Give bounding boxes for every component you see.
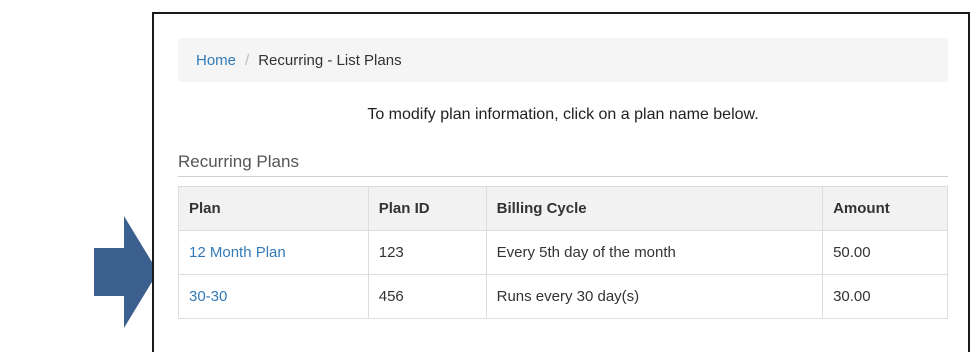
plan-cell: 12 Month Plan <box>178 230 369 275</box>
plan-name-link[interactable]: 12 Month Plan <box>189 244 286 261</box>
billing-cycle-cell: Every 5th day of the month <box>485 230 824 275</box>
right-arrow-icon <box>94 216 158 328</box>
column-header-plan-id: Plan ID <box>367 186 487 231</box>
table-row: 12 Month Plan 123 Every 5th day of the m… <box>178 230 948 275</box>
breadcrumb-separator: / <box>245 51 250 69</box>
breadcrumb-current: Recurring - List Plans <box>258 51 402 69</box>
screenshot-stage: Home / Recurring - List Plans To modify … <box>0 0 978 352</box>
breadcrumb: Home / Recurring - List Plans <box>178 38 948 82</box>
column-header-plan: Plan <box>178 186 369 231</box>
section-title: Recurring Plans <box>178 152 948 177</box>
plan-cell: 30-30 <box>178 274 369 319</box>
column-header-amount: Amount <box>822 186 948 231</box>
amount-cell: 50.00 <box>822 230 948 275</box>
plans-table: Plan Plan ID Billing Cycle Amount 12 Mon… <box>178 186 948 319</box>
breadcrumb-home-link[interactable]: Home <box>196 52 236 69</box>
billing-cycle-cell: Runs every 30 day(s) <box>485 274 824 319</box>
plan-name-link[interactable]: 30-30 <box>189 288 227 305</box>
instruction-text: To modify plan information, click on a p… <box>367 106 759 123</box>
plan-id-cell: 123 <box>367 230 487 275</box>
table-row: 30-30 456 Runs every 30 day(s) 30.00 <box>178 274 948 319</box>
amount-cell: 30.00 <box>822 274 948 319</box>
plan-id-cell: 456 <box>367 274 487 319</box>
plans-panel: Home / Recurring - List Plans To modify … <box>152 12 970 352</box>
table-header-row: Plan Plan ID Billing Cycle Amount <box>178 186 948 231</box>
column-header-billing-cycle: Billing Cycle <box>485 186 824 231</box>
